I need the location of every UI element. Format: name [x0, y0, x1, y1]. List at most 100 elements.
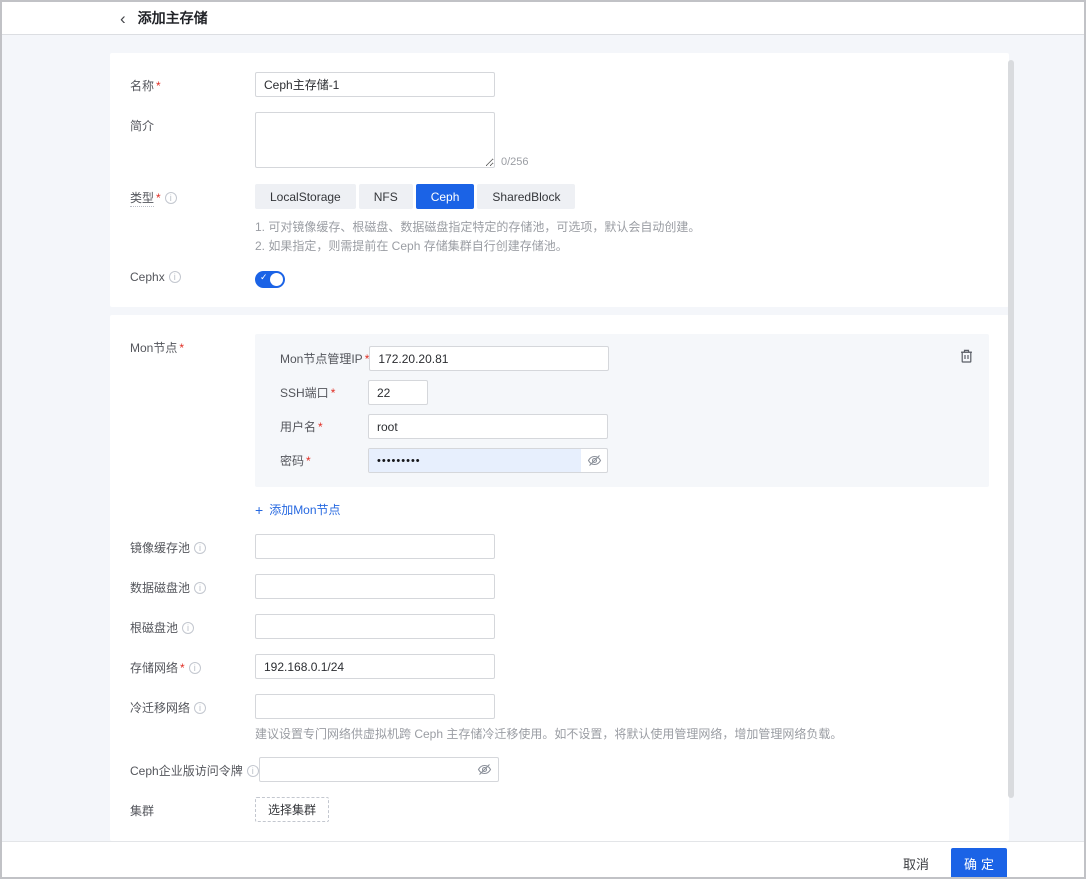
- data-disk-pool-input[interactable]: [255, 574, 495, 599]
- type-label-text: 类型: [130, 191, 154, 207]
- type-option-sharedblock[interactable]: SharedBlock: [477, 184, 575, 209]
- ssh-port-label: SSH端口*: [280, 384, 368, 401]
- root-disk-pool-label: 根磁盘池i: [130, 614, 255, 636]
- ceph-config-card: Mon节点* Mon节点管理IP*: [110, 315, 1009, 841]
- storage-network-input[interactable]: [255, 654, 495, 679]
- char-counter: 0/256: [501, 156, 529, 168]
- storage-network-label-text: 存储网络: [130, 661, 178, 675]
- type-hints: 1. 可对镜像缓存、根磁盘、数据磁盘指定特定的存储池，可选项，默认会自动创建。 …: [255, 218, 700, 256]
- type-option-localstorage[interactable]: LocalStorage: [255, 184, 356, 209]
- confirm-button[interactable]: 确定: [951, 848, 1007, 879]
- type-row: 类型* i LocalStorage NFS Ceph SharedBlock 1…: [130, 184, 989, 256]
- password-label: 密码*: [280, 452, 368, 469]
- ceph-token-label: Ceph企业版访问令牌 i: [130, 757, 259, 779]
- ssh-port-label-text: SSH端口: [280, 386, 329, 400]
- footer-bar: 取消 确定: [2, 841, 1084, 879]
- required-asterisk: *: [180, 661, 185, 675]
- password-label-text: 密码: [280, 454, 304, 468]
- data-disk-pool-label-text: 数据磁盘池: [130, 581, 190, 595]
- cold-migration-field: 建议设置专门网络供虚拟机跨 Ceph 主存储冷迁移使用。如不设置，将默认使用管理…: [255, 694, 842, 743]
- info-icon[interactable]: i: [194, 542, 206, 554]
- toggle-knob: [270, 273, 283, 286]
- username-row: 用户名*: [280, 414, 969, 439]
- image-cache-pool-row: 镜像缓存池 i: [130, 534, 989, 559]
- info-icon[interactable]: i: [247, 765, 259, 777]
- cephx-row: Cephxi ✓: [130, 268, 989, 288]
- type-hint-2: 2. 如果指定，则需提前在 Ceph 存储集群自行创建存储池。: [255, 237, 700, 256]
- type-hint-1: 1. 可对镜像缓存、根磁盘、数据磁盘指定特定的存储池，可选项，默认会自动创建。: [255, 218, 700, 237]
- ceph-token-row: Ceph企业版访问令牌 i: [130, 757, 989, 782]
- eye-off-icon[interactable]: [472, 763, 498, 776]
- image-cache-pool-input[interactable]: [255, 534, 495, 559]
- info-icon[interactable]: i: [194, 702, 206, 714]
- description-label: 简介: [130, 112, 255, 134]
- type-option-nfs[interactable]: NFS: [359, 184, 413, 209]
- required-asterisk: *: [318, 420, 323, 434]
- info-icon[interactable]: i: [165, 192, 177, 204]
- add-mon-node-label: 添加Mon节点: [269, 501, 340, 518]
- cluster-label-text: 集群: [130, 804, 154, 818]
- form-content: 名称* 简介 0/256 类型*i LocalSt: [2, 35, 1084, 841]
- add-mon-node-link[interactable]: + 添加Mon节点: [255, 501, 341, 518]
- cold-migration-label: 冷迁移网络 i: [130, 694, 255, 716]
- type-button-group: LocalStorage NFS Ceph SharedBlock: [255, 184, 700, 209]
- required-asterisk: *: [156, 191, 161, 205]
- required-asterisk: *: [306, 454, 311, 468]
- storage-network-row: 存储网络* i: [130, 654, 989, 679]
- password-input[interactable]: •••••••••: [368, 448, 608, 473]
- ceph-token-text-input[interactable]: [260, 758, 472, 781]
- name-input[interactable]: [255, 72, 495, 97]
- mon-node-panel: Mon节点管理IP* SSH端口* 用户名*: [255, 334, 989, 487]
- select-cluster-button[interactable]: 选择集群: [255, 797, 329, 822]
- root-disk-pool-row: 根磁盘池i: [130, 614, 989, 639]
- ssh-port-input[interactable]: [368, 380, 428, 405]
- cancel-button[interactable]: 取消: [903, 854, 929, 873]
- cold-migration-input[interactable]: [255, 694, 495, 719]
- required-asterisk: *: [331, 386, 336, 400]
- back-icon[interactable]: ‹: [120, 10, 126, 27]
- data-disk-pool-label: 数据磁盘池 i: [130, 574, 255, 596]
- cluster-row: 集群 选择集群: [130, 797, 989, 822]
- ceph-token-label-text: Ceph企业版访问令牌: [130, 764, 243, 778]
- eye-off-icon[interactable]: [581, 449, 607, 472]
- description-textarea[interactable]: [255, 112, 495, 168]
- mon-node-label: Mon节点*: [130, 334, 255, 356]
- username-input[interactable]: [368, 414, 608, 439]
- type-option-ceph[interactable]: Ceph: [416, 184, 475, 209]
- page-title: 添加主存储: [138, 8, 208, 28]
- required-asterisk: *: [156, 79, 161, 93]
- name-label-text: 名称: [130, 79, 154, 93]
- password-masked-value: •••••••••: [369, 449, 581, 472]
- cephx-label-text: Cephx: [130, 270, 165, 284]
- name-row: 名称*: [130, 72, 989, 97]
- page-header: ‹ 添加主存储: [2, 2, 1084, 35]
- username-label-text: 用户名: [280, 420, 316, 434]
- description-label-text: 简介: [130, 119, 154, 133]
- image-cache-pool-label-text: 镜像缓存池: [130, 541, 190, 555]
- cephx-label: Cephxi: [130, 268, 255, 284]
- info-icon[interactable]: i: [194, 582, 206, 594]
- data-disk-pool-row: 数据磁盘池 i: [130, 574, 989, 599]
- info-icon[interactable]: i: [182, 622, 194, 634]
- delete-mon-node-icon[interactable]: [959, 348, 974, 364]
- cold-migration-label-text: 冷迁移网络: [130, 701, 190, 715]
- basic-info-card: 名称* 简介 0/256 类型*i LocalSt: [110, 53, 1009, 307]
- name-label: 名称*: [130, 72, 255, 94]
- add-primary-storage-window: ‹ 添加主存储 名称* 简介 0/256: [0, 0, 1086, 879]
- ceph-token-input[interactable]: [259, 757, 499, 782]
- mon-ip-label-text: Mon节点管理IP: [280, 352, 363, 366]
- username-label: 用户名*: [280, 418, 368, 435]
- info-icon[interactable]: i: [189, 662, 201, 674]
- mon-ip-label: Mon节点管理IP*: [280, 350, 369, 367]
- vertical-scrollbar[interactable]: [1008, 60, 1014, 798]
- plus-icon: +: [255, 502, 263, 518]
- mon-node-row: Mon节点* Mon节点管理IP*: [130, 334, 989, 487]
- cephx-toggle[interactable]: ✓: [255, 271, 285, 288]
- mon-ip-input[interactable]: [369, 346, 609, 371]
- root-disk-pool-input[interactable]: [255, 614, 495, 639]
- info-icon[interactable]: i: [169, 271, 181, 283]
- required-asterisk: *: [179, 341, 184, 355]
- password-row: 密码* •••••••••: [280, 448, 969, 473]
- cold-migration-row: 冷迁移网络 i 建议设置专门网络供虚拟机跨 Ceph 主存储冷迁移使用。如不设置，…: [130, 694, 989, 743]
- ssh-port-row: SSH端口*: [280, 380, 969, 405]
